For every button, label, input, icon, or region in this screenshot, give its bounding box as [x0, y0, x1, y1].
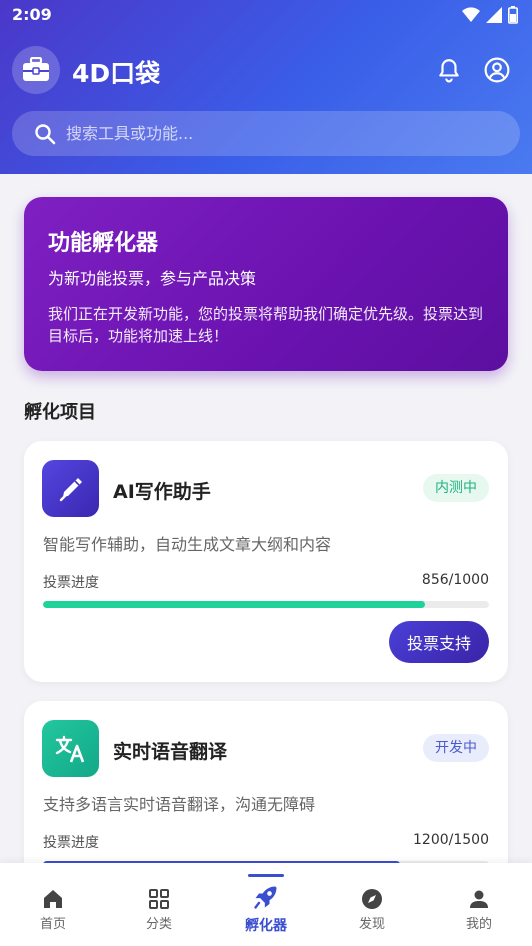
nav-item-incubator[interactable]: 孵化器	[213, 863, 319, 946]
status-icons	[462, 6, 518, 24]
compass-icon	[362, 889, 382, 909]
app-title: 4D口袋	[72, 59, 161, 88]
nav-label: 分类	[145, 917, 172, 932]
home-icon	[44, 890, 62, 908]
search-bar[interactable]	[12, 111, 520, 156]
banner-description: 我们正在开发新功能，您的投票将帮助我们确定优先级。投票达到目标后，功能将加速上线…	[48, 305, 484, 345]
rocket-icon	[254, 886, 277, 909]
banner-title: 功能孵化器	[48, 231, 159, 256]
nav-label: 发现	[358, 917, 385, 932]
account-icon[interactable]	[484, 57, 510, 83]
translate-icon	[42, 720, 99, 777]
progress-count: 1200/1500	[413, 832, 489, 848]
progress-fill	[43, 601, 425, 608]
progress-bar	[43, 601, 489, 608]
project-description: 支持多语言实时语音翻译，沟通无障碍	[43, 795, 316, 814]
project-title: AI写作助手	[113, 481, 211, 503]
progress-count: 856/1000	[421, 572, 489, 588]
search-icon	[35, 124, 56, 145]
status-bar: 2:09	[0, 0, 532, 32]
search-input[interactable]	[66, 111, 506, 156]
progress-label: 投票进度	[43, 575, 99, 591]
grid-icon	[149, 889, 169, 909]
nav-item-home[interactable]: 首页	[0, 863, 106, 946]
nav-label: 我的	[465, 917, 492, 932]
project-title: 实时语音翻译	[113, 741, 228, 763]
project-description: 智能写作辅助，自动生成文章大纲和内容	[43, 535, 332, 554]
banner-subtitle: 为新功能投票，参与产品决策	[48, 269, 257, 288]
status-time: 2:09	[12, 5, 52, 24]
signal-icon	[486, 7, 502, 23]
nav-label: 孵化器	[245, 918, 287, 934]
vote-button[interactable]: 投票支持	[389, 621, 489, 663]
pen-icon	[42, 460, 99, 517]
nav-item-discover[interactable]: 发现	[319, 863, 425, 946]
bell-icon[interactable]	[436, 57, 462, 83]
toolbox-logo-icon	[12, 46, 60, 94]
app-bar: 4D口袋	[0, 46, 532, 96]
status-badge: 内测中	[423, 474, 489, 502]
incubator-banner: 功能孵化器 为新功能投票，参与产品决策 我们正在开发新功能，您的投票将帮助我们确…	[24, 197, 508, 371]
nav-item-category[interactable]: 分类	[106, 863, 212, 946]
person-icon	[470, 890, 488, 908]
section-title: 孵化项目	[24, 402, 96, 423]
bottom-navigation: 首页 分类 孵化器 发现 我的	[0, 863, 532, 946]
wifi-icon	[462, 7, 480, 23]
battery-icon	[508, 6, 518, 24]
project-card[interactable]: AI写作助手 内测中 智能写作辅助，自动生成文章大纲和内容 投票进度 856/1…	[24, 441, 508, 682]
status-badge: 开发中	[423, 734, 489, 762]
nav-item-mine[interactable]: 我的	[426, 863, 532, 946]
progress-label: 投票进度	[43, 835, 99, 851]
header: 2:09 4D口袋	[0, 0, 532, 174]
nav-label: 首页	[39, 917, 66, 932]
